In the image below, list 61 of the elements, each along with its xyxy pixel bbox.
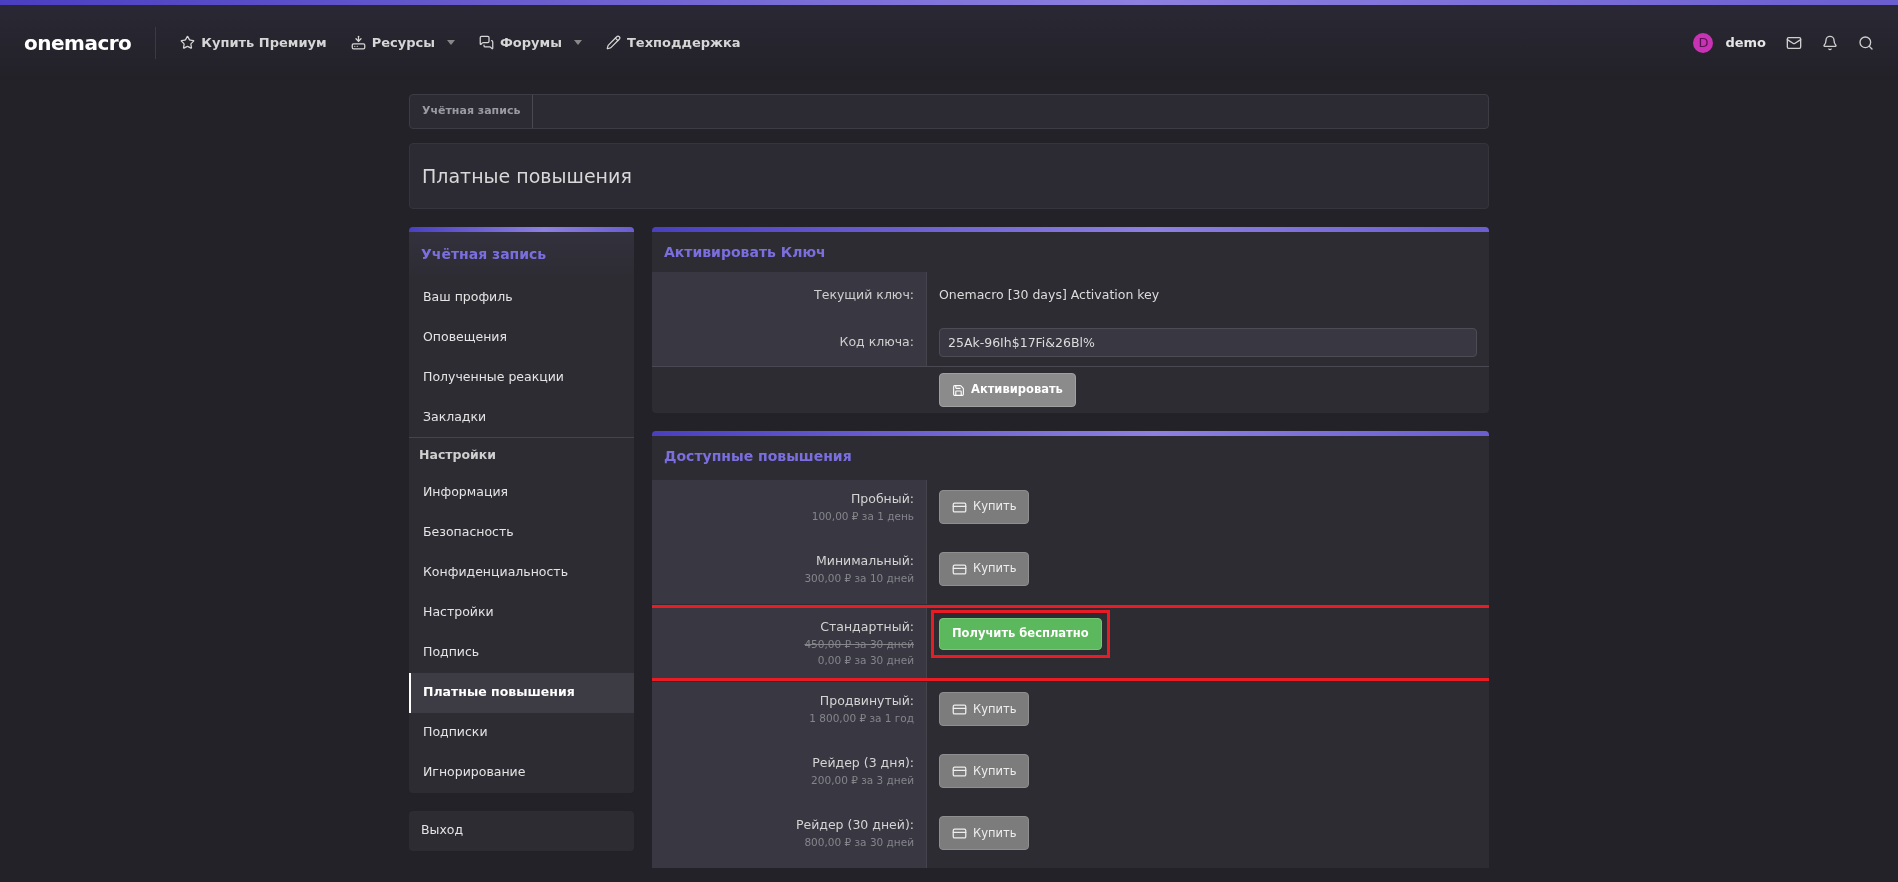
buy-button[interactable]: Купить bbox=[939, 816, 1030, 851]
plan-price: 800,00 ₽ за 30 дней bbox=[804, 835, 914, 850]
logout-link[interactable]: Выход bbox=[409, 810, 634, 851]
nav-link[interactable]: Ресурсы bbox=[350, 32, 435, 53]
sidebar-item[interactable]: Полученные реакции bbox=[409, 357, 634, 397]
plan-price: 450,00 ₽ за 30 дней bbox=[804, 636, 914, 652]
plan-price: 300,00 ₽ за 10 дней bbox=[804, 570, 914, 586]
plan-price: 200,00 ₽ за 3 дней bbox=[811, 773, 914, 788]
plan-name: Стандартный: bbox=[820, 618, 914, 636]
page-title: Платные повышения bbox=[422, 163, 632, 189]
site-logo[interactable]: onemacro bbox=[24, 27, 132, 58]
sidebar-item[interactable]: Подписки bbox=[409, 712, 634, 753]
nav-link[interactable]: Техподдержка bbox=[605, 32, 741, 53]
credit-card-icon bbox=[952, 825, 967, 841]
caret-icon[interactable] bbox=[573, 40, 582, 45]
mail-icon[interactable] bbox=[1786, 34, 1802, 51]
buy-button[interactable]: Купить bbox=[939, 692, 1030, 727]
sidebar-item[interactable]: Игнорирование bbox=[409, 752, 634, 793]
credit-card-icon bbox=[952, 763, 967, 779]
nav-link[interactable]: Купить Премиум bbox=[180, 32, 327, 53]
sidebar-item[interactable]: Оповещения bbox=[409, 317, 634, 357]
save-icon bbox=[952, 383, 965, 397]
plan-name: Продвинутый: bbox=[819, 692, 914, 711]
panel-title: Доступные повышения bbox=[663, 446, 853, 466]
nav-link[interactable]: Форумы bbox=[478, 32, 562, 53]
caret-icon[interactable] bbox=[446, 40, 455, 45]
speech-bubbles-icon bbox=[478, 35, 494, 50]
plan-name: Рейдер (3 дня): bbox=[812, 754, 914, 773]
sidebar-item[interactable]: Информация bbox=[409, 472, 634, 513]
plan-price: 0,00 ₽ за 30 дней bbox=[817, 652, 914, 668]
download-icon bbox=[350, 35, 366, 50]
panel-title: Активировать Ключ bbox=[663, 242, 827, 262]
field-label: Текущий ключ: bbox=[814, 286, 914, 305]
sidebar-item[interactable]: Закладки bbox=[409, 397, 634, 437]
sidebar-item[interactable]: Безопасность bbox=[409, 512, 634, 553]
plan-name: Пробный: bbox=[850, 490, 914, 508]
sidebar-section-label: Настройки bbox=[418, 446, 498, 464]
plan-name: Минимальный: bbox=[815, 552, 914, 570]
field-label: Код ключа: bbox=[839, 333, 914, 352]
sidebar-item[interactable]: Подпись bbox=[409, 632, 634, 673]
plan-price: 1 800,00 ₽ за 1 год bbox=[809, 711, 914, 726]
star-icon bbox=[180, 35, 196, 50]
buy-button[interactable]: Купить bbox=[939, 754, 1030, 789]
buy-button[interactable]: Купить bbox=[939, 490, 1030, 524]
field-value: Onemacro [30 days] Activation key bbox=[939, 286, 1160, 305]
pencil-icon bbox=[605, 35, 621, 50]
plan-price: 100,00 ₽ за 1 день bbox=[811, 508, 914, 524]
sidebar-item[interactable]: Конфиденциальность bbox=[409, 552, 634, 593]
bell-icon[interactable] bbox=[1822, 34, 1838, 51]
search-icon[interactable] bbox=[1858, 34, 1874, 51]
credit-card-icon bbox=[952, 701, 967, 717]
credit-card-icon bbox=[952, 561, 967, 577]
buy-button[interactable]: Купить bbox=[939, 552, 1030, 586]
plan-name: Рейдер (30 дней): bbox=[795, 816, 914, 835]
sidebar-item[interactable]: Ваш профиль bbox=[409, 277, 634, 317]
breadcrumb-link[interactable]: Учётная запись bbox=[410, 95, 534, 128]
sidebar-item[interactable]: Настройки bbox=[409, 592, 634, 633]
credit-card-icon bbox=[952, 499, 967, 515]
key-input-field[interactable]: 25Ak-96Ih$17Fi&26Bl% bbox=[939, 328, 1477, 357]
username[interactable]: demo bbox=[1725, 32, 1766, 53]
sidebar-item[interactable]: Платные повышения bbox=[409, 672, 634, 713]
